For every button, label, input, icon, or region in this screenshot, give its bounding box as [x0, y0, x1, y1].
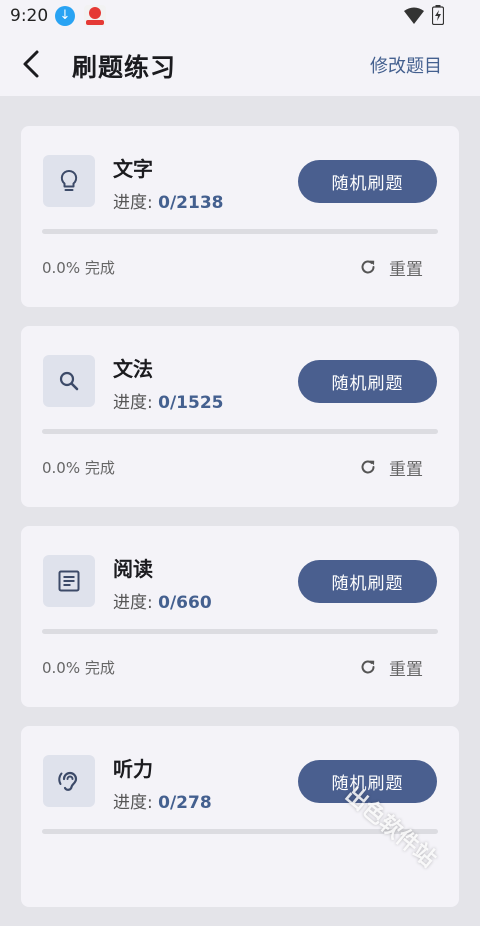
progress-count: 0/278	[158, 793, 212, 813]
completion-percent: 0.0% 完成	[42, 459, 115, 477]
reset-label: 重置	[389, 660, 423, 680]
refresh-icon	[361, 260, 375, 274]
random-practice-button[interactable]: 随机刷题	[298, 360, 437, 403]
download-icon: ↓	[55, 6, 75, 26]
progress-label: 进度:	[113, 793, 159, 813]
category-icon-box	[43, 555, 95, 607]
battery-charging-icon	[431, 5, 445, 29]
random-practice-button[interactable]: 随机刷题	[298, 560, 437, 603]
status-bar: 9:20 ↓	[0, 0, 480, 32]
progress-bar	[42, 229, 438, 234]
page-title: 刷题练习	[72, 53, 177, 82]
app-bar: 刷题练习 修改题目	[0, 32, 480, 96]
edit-questions-button[interactable]: 修改题目	[370, 52, 442, 78]
practice-card-listening: 听力 进度: 0/278 随机刷题	[21, 726, 459, 907]
reset-label: 重置	[389, 260, 423, 280]
card-title: 阅读	[113, 557, 153, 581]
progress-count: 0/2138	[158, 193, 224, 213]
back-button[interactable]	[16, 48, 48, 80]
progress-text: 进度: 0/278	[113, 788, 212, 813]
app-notification-icon	[84, 5, 106, 27]
article-icon	[58, 570, 80, 592]
back-arrow-icon	[23, 50, 39, 78]
random-practice-button[interactable]: 随机刷题	[298, 760, 437, 803]
reset-label: 重置	[389, 460, 423, 480]
progress-label: 进度:	[113, 593, 159, 613]
search-icon	[59, 371, 79, 391]
wifi-icon	[404, 7, 424, 29]
random-practice-button[interactable]: 随机刷题	[298, 160, 437, 203]
lightbulb-icon	[60, 169, 78, 191]
progress-label: 进度:	[113, 393, 159, 413]
card-title: 听力	[113, 757, 153, 781]
progress-count: 0/660	[158, 593, 212, 613]
card-title: 文法	[113, 357, 153, 381]
progress-count: 0/1525	[158, 393, 224, 413]
practice-card-reading: 阅读 进度: 0/660 随机刷题 0.0% 完成 重置	[21, 526, 459, 707]
refresh-icon	[361, 460, 375, 474]
completion-percent: 0.0% 完成	[42, 659, 115, 677]
progress-text: 进度: 0/1525	[113, 388, 224, 413]
completion-percent: 0.0% 完成	[42, 259, 115, 277]
practice-card-grammar: 文法 进度: 0/1525 随机刷题 0.0% 完成 重置	[21, 326, 459, 507]
practice-list: 文字 进度: 0/2138 随机刷题 0.0% 完成 重置 文法 进度: 0/1…	[21, 126, 459, 926]
refresh-icon	[361, 660, 375, 674]
progress-bar	[42, 829, 438, 834]
category-icon-box	[43, 355, 95, 407]
category-icon-box	[43, 155, 95, 207]
category-icon-box	[43, 755, 95, 807]
practice-card-characters: 文字 进度: 0/2138 随机刷题 0.0% 完成 重置	[21, 126, 459, 307]
progress-bar	[42, 629, 438, 634]
hearing-icon	[58, 771, 78, 791]
progress-bar	[42, 429, 438, 434]
card-title: 文字	[113, 157, 153, 181]
progress-text: 进度: 0/2138	[113, 188, 224, 213]
progress-text: 进度: 0/660	[113, 588, 212, 613]
status-time: 9:20	[10, 6, 49, 26]
progress-label: 进度:	[113, 193, 159, 213]
